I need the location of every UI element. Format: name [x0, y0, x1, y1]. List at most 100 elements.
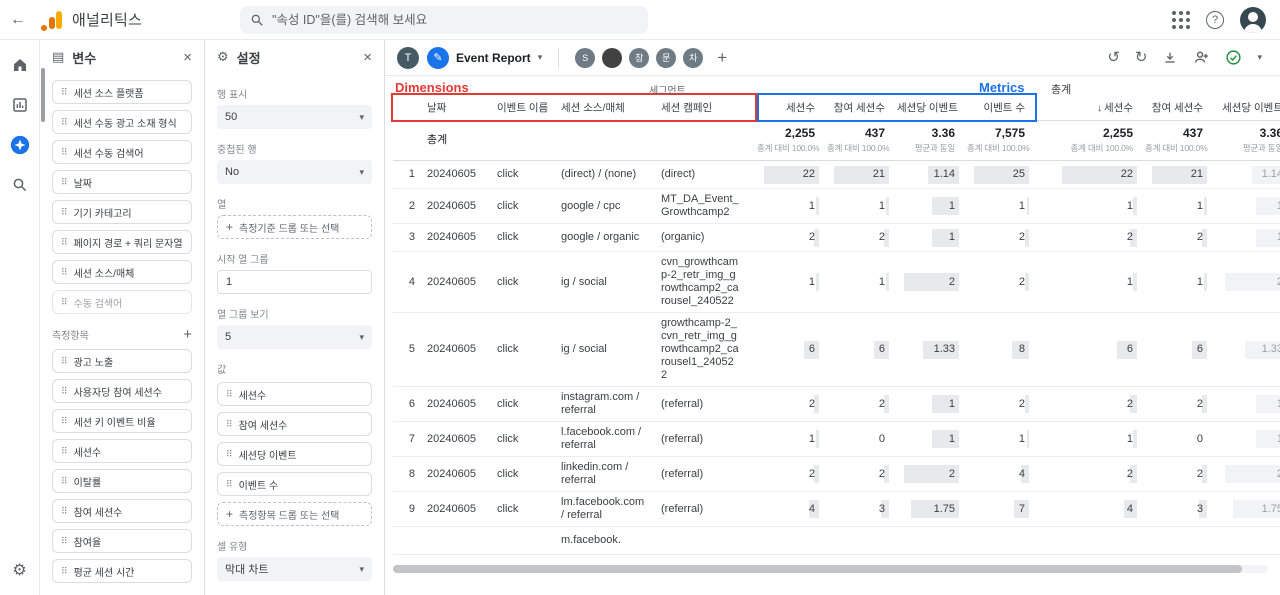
horizontal-scrollbar[interactable] — [393, 565, 1268, 573]
drag-handle-icon[interactable]: ⠿ — [61, 536, 68, 546]
drag-handle-icon[interactable]: ⠿ — [61, 297, 68, 307]
variables-scrollbar[interactable] — [41, 68, 45, 122]
metric-chip[interactable]: ⠿ 평균 세션 시간 — [52, 559, 192, 583]
drag-handle-icon[interactable]: ⠿ — [61, 386, 68, 396]
saved-check-icon[interactable] — [1225, 49, 1242, 66]
active-tab[interactable]: ✎ Event Report ▾ — [427, 46, 543, 69]
table-row[interactable]: 9 20240605 click lm.facebook.com / referral… — [393, 492, 1280, 527]
metric-column-header[interactable]: 참여 세션수 — [825, 102, 895, 115]
dimension-chip[interactable]: ⠿ 세션 소스 플랫폼 — [52, 80, 192, 104]
apps-grid-icon[interactable] — [1172, 10, 1190, 29]
save-menu-caret-icon[interactable]: ▾ — [1257, 53, 1262, 62]
redo-icon[interactable]: ↻ — [1135, 50, 1148, 65]
dimension-chip[interactable]: ⠿ 기기 카테고리 — [52, 200, 192, 224]
dimension-chip[interactable]: ⠿ 세션 소스/매체 — [52, 260, 192, 284]
value-chip[interactable]: ⠿ 이벤트 수 — [217, 472, 372, 496]
totals-metric-column-header[interactable]: 세션당 이벤트 — [1213, 102, 1280, 115]
table-row[interactable]: 8 20240605 click linkedin.com / referral (re… — [393, 457, 1280, 492]
segment-chip[interactable]: 문 — [656, 47, 677, 68]
dimension-search-chip[interactable]: ⠿ 수동 검색어 — [52, 290, 192, 314]
avatar[interactable] — [1240, 6, 1266, 33]
settings-close-icon[interactable]: × — [363, 49, 372, 66]
value-chip[interactable]: ⠿ 참여 세션수 — [217, 412, 372, 436]
global-search-box[interactable] — [240, 6, 648, 34]
drag-handle-icon[interactable]: ⠿ — [61, 267, 68, 277]
drag-handle-icon[interactable]: ⠿ — [61, 117, 68, 127]
drag-handle-icon[interactable]: ⠿ — [61, 87, 68, 97]
nav-explore-icon-active[interactable] — [9, 134, 31, 156]
dimension-chip[interactable]: ⠿ 세션 수동 검색어 — [52, 140, 192, 164]
drag-handle-icon[interactable]: ⠿ — [61, 476, 68, 486]
dimension-chip[interactable]: ⠿ 날짜 — [52, 170, 192, 194]
metric-chip[interactable]: ⠿ 사용자당 참여 세션수 — [52, 379, 192, 403]
metric-chip[interactable]: ⠿ 세션수 — [52, 439, 192, 463]
help-icon[interactable]: ? — [1206, 10, 1224, 29]
value-chip[interactable]: ⠿ 세션수 — [217, 382, 372, 406]
dimension-chip[interactable]: ⠿ 세션 수동 광고 소재 형식 — [52, 110, 192, 134]
scrollbar-thumb[interactable] — [393, 565, 1242, 573]
drag-handle-icon[interactable]: ⠿ — [61, 446, 68, 456]
value-chip[interactable]: ⠿ 세션당 이벤트 — [217, 442, 372, 466]
nested-rows-dropdown[interactable]: No ▾ — [217, 160, 372, 184]
search-input[interactable] — [272, 13, 638, 27]
download-icon[interactable] — [1162, 50, 1178, 66]
totals-metric-column-header[interactable]: ↓ 세션수 — [1047, 102, 1143, 115]
nav-reports-icon[interactable] — [9, 94, 31, 116]
drag-handle-icon[interactable]: ⠿ — [61, 356, 68, 366]
drag-handle-icon[interactable]: ⠿ — [226, 419, 233, 429]
table-row[interactable]: 1 20240605 click (direct) / (none) (direct) 2… — [393, 161, 1280, 189]
dimension-column-header[interactable]: 날짜 — [425, 102, 495, 115]
metric-chip[interactable]: ⠿ 참여율 — [52, 529, 192, 553]
metric-column-header[interactable]: 이벤트 수 — [965, 102, 1035, 115]
nav-home-icon[interactable] — [9, 54, 31, 76]
admin-gear-icon[interactable]: ⚙ — [9, 559, 31, 581]
undo-icon[interactable]: ↺ — [1107, 50, 1120, 65]
metric-dropzone[interactable]: + 측정항목 드롭 또는 선택 — [217, 502, 372, 526]
row-display-dropdown[interactable]: 50 ▾ — [217, 105, 372, 129]
table-row[interactable]: 6 20240605 click instagram.com / referral (r… — [393, 387, 1280, 422]
metric-chip[interactable]: ⠿ 참여 세션수 — [52, 499, 192, 523]
drag-handle-icon[interactable]: ⠿ — [61, 177, 68, 187]
variables-close-icon[interactable]: × — [183, 49, 192, 66]
start-col-group-field[interactable] — [217, 270, 372, 294]
add-tab-icon[interactable]: + — [717, 48, 727, 68]
dimension-column-header[interactable]: 이벤트 이름 — [495, 102, 559, 115]
nav-advertising-icon[interactable] — [9, 174, 31, 196]
show-col-groups-dropdown[interactable]: 5 ▾ — [217, 325, 372, 349]
tab-chip-t[interactable]: T — [397, 46, 419, 69]
drag-handle-icon[interactable]: ⠿ — [226, 449, 233, 459]
start-col-group-input[interactable] — [226, 276, 363, 288]
cell-type-dropdown[interactable]: 막대 차트 ▾ — [217, 557, 372, 581]
table-row[interactable]: 2 20240605 click google / cpc MT_DA_Event_Gr… — [393, 189, 1280, 224]
table-row[interactable]: 5 20240605 click ig / social growthcamp-2_cv… — [393, 313, 1280, 387]
segment-chip[interactable]: 참 — [629, 47, 650, 68]
drag-handle-icon[interactable]: ⠿ — [61, 506, 68, 516]
drag-handle-icon[interactable]: ⠿ — [61, 416, 68, 426]
segment-chip[interactable] — [602, 47, 623, 68]
drag-handle-icon[interactable]: ⠿ — [61, 207, 68, 217]
table-row[interactable]: 4 20240605 click ig / social cvn_growthcamp-… — [393, 252, 1280, 313]
share-user-icon[interactable] — [1193, 49, 1210, 66]
table-row[interactable]: 7 20240605 click l.facebook.com / referral (… — [393, 422, 1280, 457]
metric-chip[interactable]: ⠿ 세션 키 이벤트 비율 — [52, 409, 192, 433]
table-row[interactable]: m.facebook. — [393, 527, 1280, 555]
dimension-column-header[interactable]: 세션 캠페인 — [659, 102, 755, 115]
metric-column-header[interactable]: 세션수 — [755, 102, 825, 115]
add-metric-icon[interactable]: + — [183, 326, 192, 343]
sort-descending-icon[interactable]: ↓ — [1097, 103, 1102, 114]
drag-handle-icon[interactable]: ⠿ — [226, 389, 233, 399]
dimension-column-header[interactable]: 세션 소스/매체 — [559, 102, 659, 115]
drag-handle-icon[interactable]: ⠿ — [61, 237, 68, 247]
drag-handle-icon[interactable]: ⠿ — [226, 479, 233, 489]
drag-handle-icon[interactable]: ⠿ — [61, 147, 68, 157]
totals-metric-column-header[interactable]: 참여 세션수 — [1143, 102, 1213, 115]
dimension-chip[interactable]: ⠿ 페이지 경로 + 쿼리 문자열 — [52, 230, 192, 254]
column-dimension-dropzone[interactable]: + 측정기준 드롭 또는 선택 — [217, 215, 372, 239]
segment-chip[interactable]: 차 — [683, 47, 704, 68]
tab-caret-icon[interactable]: ▾ — [538, 52, 543, 63]
table-row[interactable]: 3 20240605 click google / organic (organic) 2… — [393, 224, 1280, 252]
grand-total-row[interactable]: 총계 2,255 총계 대비 100.0% 437 총계 대비 100.0% 3.36 평균… — [393, 121, 1280, 161]
back-arrow-icon[interactable]: ← — [0, 11, 36, 29]
drag-handle-icon[interactable]: ⠿ — [61, 566, 68, 576]
metric-chip[interactable]: ⠿ 광고 노출 — [52, 349, 192, 373]
